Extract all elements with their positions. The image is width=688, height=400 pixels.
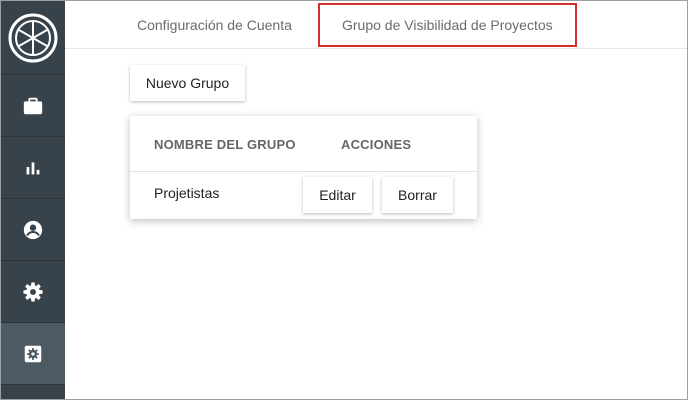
settings-box-icon — [24, 345, 42, 362]
groups-table: NOMBRE DEL GRUPO ACCIONES Projetistas Ed… — [130, 116, 477, 219]
delete-button[interactable]: Borrar — [382, 177, 453, 213]
logo-icon — [8, 13, 58, 62]
sidebar-item-projects[interactable] — [1, 75, 65, 137]
sidebar-item-admin[interactable] — [1, 323, 65, 385]
account-circle-icon — [23, 220, 43, 239]
app-logo[interactable] — [1, 1, 65, 75]
column-header-group-name: NOMBRE DEL GRUPO — [154, 136, 296, 152]
tab-label: Configuración de Cuenta — [137, 16, 292, 33]
top-tabs: Configuración de Cuenta Grupo de Visibil… — [65, 1, 687, 49]
app-window: Configuración de Cuenta Grupo de Visibil… — [0, 0, 688, 400]
gear-icon — [23, 281, 43, 302]
tab-project-visibility-groups[interactable]: Grupo de Visibilidad de Proyectos — [318, 3, 577, 47]
tab-account-settings[interactable]: Configuración de Cuenta — [137, 1, 292, 48]
briefcase-icon — [23, 97, 43, 114]
tab-label: Grupo de Visibilidad de Proyectos — [342, 17, 553, 33]
sidebar-item-reports[interactable] — [1, 137, 65, 199]
table-row: Projetistas Editar Borrar — [130, 173, 477, 219]
column-header-actions: ACCIONES — [341, 136, 412, 152]
sidebar-item-account[interactable] — [1, 199, 65, 261]
group-name-cell: Projetistas — [154, 185, 220, 201]
table-header: NOMBRE DEL GRUPO ACCIONES — [130, 116, 477, 172]
sidebar — [1, 1, 65, 399]
new-group-button[interactable]: Nuevo Grupo — [130, 65, 245, 101]
sidebar-item-settings[interactable] — [1, 261, 65, 323]
bar-chart-icon — [26, 162, 40, 174]
edit-button[interactable]: Editar — [303, 177, 372, 213]
